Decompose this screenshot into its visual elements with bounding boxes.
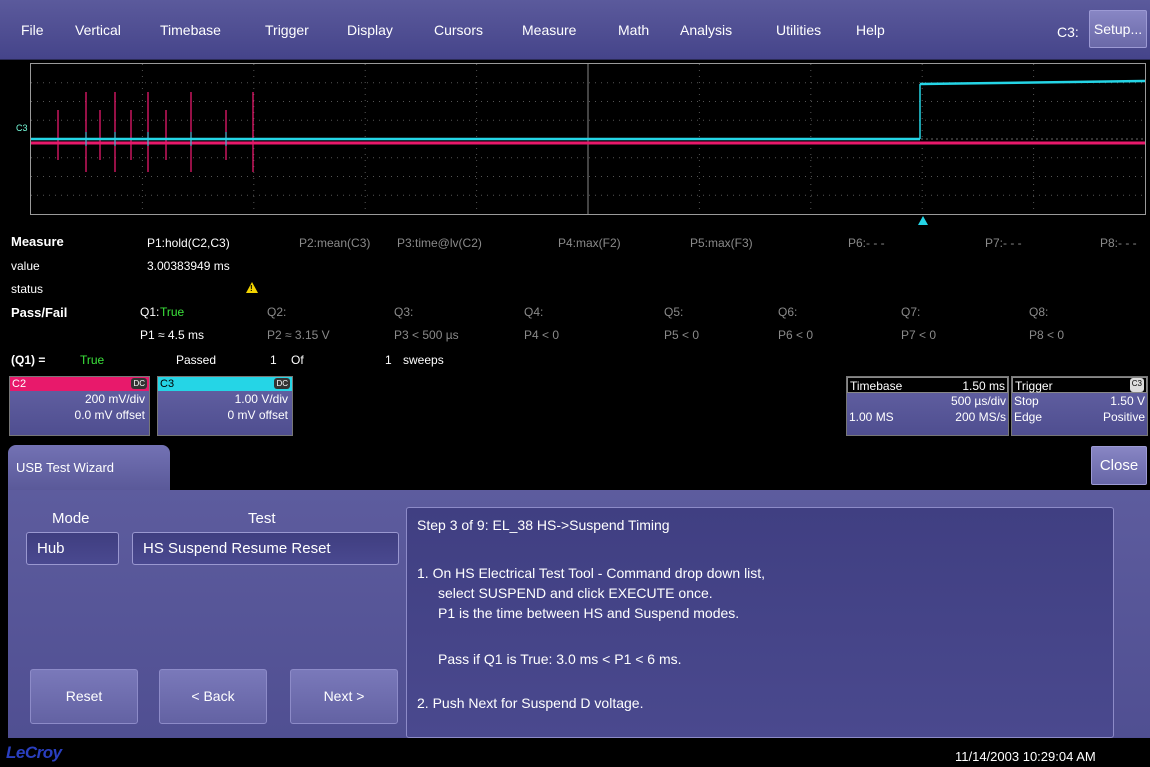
mode-label: Mode xyxy=(52,510,90,527)
channel-c3-descriptor[interactable]: C3 DC 1.00 V/div 0 mV offset xyxy=(157,376,293,436)
summary-q1: (Q1) = xyxy=(11,353,46,367)
q7-condition: P7 < 0 xyxy=(901,328,937,342)
q8-label: Q8: xyxy=(1029,305,1049,319)
q2-label: Q2: xyxy=(267,305,287,319)
summary-count: 1 xyxy=(270,353,277,367)
row-label-status: status xyxy=(11,282,44,296)
c2-offset: 0.0 mV offset xyxy=(74,408,145,422)
test-label: Test xyxy=(248,510,276,527)
timestamp: 11/14/2003 10:29:04 AM xyxy=(955,749,1096,764)
trigger-descriptor[interactable]: Trigger C3 Stop 1.50 V Edge Positive xyxy=(1011,376,1148,436)
q3-label: Q3: xyxy=(394,305,414,319)
menu-cursors[interactable]: Cursors xyxy=(434,22,483,38)
q4-condition: P4 < 0 xyxy=(524,328,560,342)
p1-value: 3.00383949 ms xyxy=(147,259,230,273)
menu-math[interactable]: Math xyxy=(618,22,649,38)
next-button[interactable]: Next > xyxy=(290,669,398,724)
param-p1[interactable]: P1:hold(C2,C3) xyxy=(147,236,230,250)
row-label-value: value xyxy=(11,259,40,273)
q8-condition: P8 < 0 xyxy=(1029,328,1065,342)
trigger-mode: Stop xyxy=(1014,394,1039,408)
q5-condition: P5 < 0 xyxy=(664,328,700,342)
q5-label: Q5: xyxy=(664,305,684,319)
back-button[interactable]: < Back xyxy=(159,669,267,724)
param-p5[interactable]: P5:max(F3) xyxy=(690,236,753,250)
menu-file[interactable]: File xyxy=(21,22,44,38)
waveform-display xyxy=(31,64,1145,214)
c3-scale: 1.00 V/div xyxy=(234,392,288,406)
instruction-line: 2. Push Next for Suspend D voltage. xyxy=(417,695,644,711)
q1-label: Q1: xyxy=(140,305,160,319)
waveform-grid[interactable] xyxy=(30,63,1146,215)
timebase-label: Timebase xyxy=(850,379,903,393)
instruction-pass-criteria: Pass if Q1 is True: 3.0 ms < P1 < 6 ms. xyxy=(438,651,682,667)
c2-scale: 200 mV/div xyxy=(84,392,145,406)
summary-of: Of xyxy=(291,353,304,367)
test-field[interactable]: HS Suspend Resume Reset xyxy=(132,532,399,565)
menu-utilities[interactable]: Utilities xyxy=(776,22,821,38)
tab-usb-test-wizard[interactable]: USB Test Wizard xyxy=(8,445,170,490)
param-p7[interactable]: P7:- - - xyxy=(985,236,1022,250)
setup-button[interactable]: Setup... xyxy=(1089,10,1147,48)
q2-condition: P2 ≈ 3.15 V xyxy=(267,328,330,342)
trigger-position-marker xyxy=(918,216,928,225)
trigger-level: 1.50 V xyxy=(1110,394,1145,408)
instruction-line: P1 is the time between HS and Suspend mo… xyxy=(438,605,740,621)
c3-name: C3 xyxy=(160,378,175,390)
active-channel-label: C3: xyxy=(1057,24,1079,40)
param-p8[interactable]: P8:- - - xyxy=(1100,236,1137,250)
trigger-source-badge: C3 xyxy=(1129,378,1144,392)
menu-vertical[interactable]: Vertical xyxy=(75,22,121,38)
passfail-title: Pass/Fail xyxy=(11,305,68,320)
q4-label: Q4: xyxy=(524,305,544,319)
param-p2[interactable]: P2:mean(C3) xyxy=(299,236,370,250)
menu-analysis[interactable]: Analysis xyxy=(680,22,732,38)
param-p4[interactable]: P4:max(F2) xyxy=(558,236,621,250)
reset-button[interactable]: Reset xyxy=(30,669,138,724)
c2-name: C2 xyxy=(12,378,27,390)
trigger-type: Edge xyxy=(1014,410,1043,424)
trigger-label: Trigger xyxy=(1015,379,1053,393)
menu-measure[interactable]: Measure xyxy=(522,22,576,38)
close-button[interactable]: Close xyxy=(1091,446,1147,485)
measure-title: Measure xyxy=(11,234,64,249)
param-p3[interactable]: P3:time@lv(C2) xyxy=(397,236,482,250)
timebase-per-div: 500 µs/div xyxy=(951,394,1006,408)
q3-condition: P3 < 500 µs xyxy=(394,328,459,342)
timebase-value: 1.50 ms xyxy=(962,379,1005,393)
c3-trace-marker: C3 xyxy=(16,123,28,133)
menu-display[interactable]: Display xyxy=(347,22,393,38)
instruction-line: select SUSPEND and click EXECUTE once. xyxy=(438,585,713,601)
q1-value: True xyxy=(160,305,185,319)
c3-offset: 0 mV offset xyxy=(227,408,288,422)
channel-c2-descriptor[interactable]: C2 DC 200 mV/div 0.0 mV offset xyxy=(9,376,150,436)
menu-timebase[interactable]: Timebase xyxy=(160,22,221,38)
lecroy-logo: LeCroy xyxy=(6,743,62,762)
c3-coupling-badge: DC xyxy=(274,378,290,389)
instruction-step-title: Step 3 of 9: EL_38 HS->Suspend Timing xyxy=(417,517,670,533)
c3-trace-high xyxy=(919,79,1145,86)
timebase-rate: 200 MS/s xyxy=(955,410,1006,424)
q7-label: Q7: xyxy=(901,305,921,319)
menu-bar: File Vertical Timebase Trigger Display C… xyxy=(0,0,1150,60)
mode-field[interactable]: Hub xyxy=(26,532,119,565)
param-p6[interactable]: P6:- - - xyxy=(848,236,885,250)
menu-help[interactable]: Help xyxy=(856,22,885,38)
summary-passed: Passed xyxy=(176,353,217,367)
q1-condition: P1 ≈ 4.5 ms xyxy=(140,328,204,342)
c2-coupling-badge: DC xyxy=(131,378,147,389)
summary-sweeps: sweeps xyxy=(403,353,444,367)
summary-result: True xyxy=(80,353,105,367)
trigger-slope: Positive xyxy=(1102,410,1145,424)
timebase-descriptor[interactable]: Timebase 1.50 ms 500 µs/div 1.00 MS 200 … xyxy=(846,376,1009,436)
warning-icon: ! xyxy=(246,282,258,293)
instruction-line: 1. On HS Electrical Test Tool - Command … xyxy=(417,565,766,581)
timebase-samples: 1.00 MS xyxy=(849,410,894,424)
menu-trigger[interactable]: Trigger xyxy=(265,22,309,38)
q6-condition: P6 < 0 xyxy=(778,328,814,342)
q6-label: Q6: xyxy=(778,305,798,319)
summary-total: 1 xyxy=(385,353,392,367)
